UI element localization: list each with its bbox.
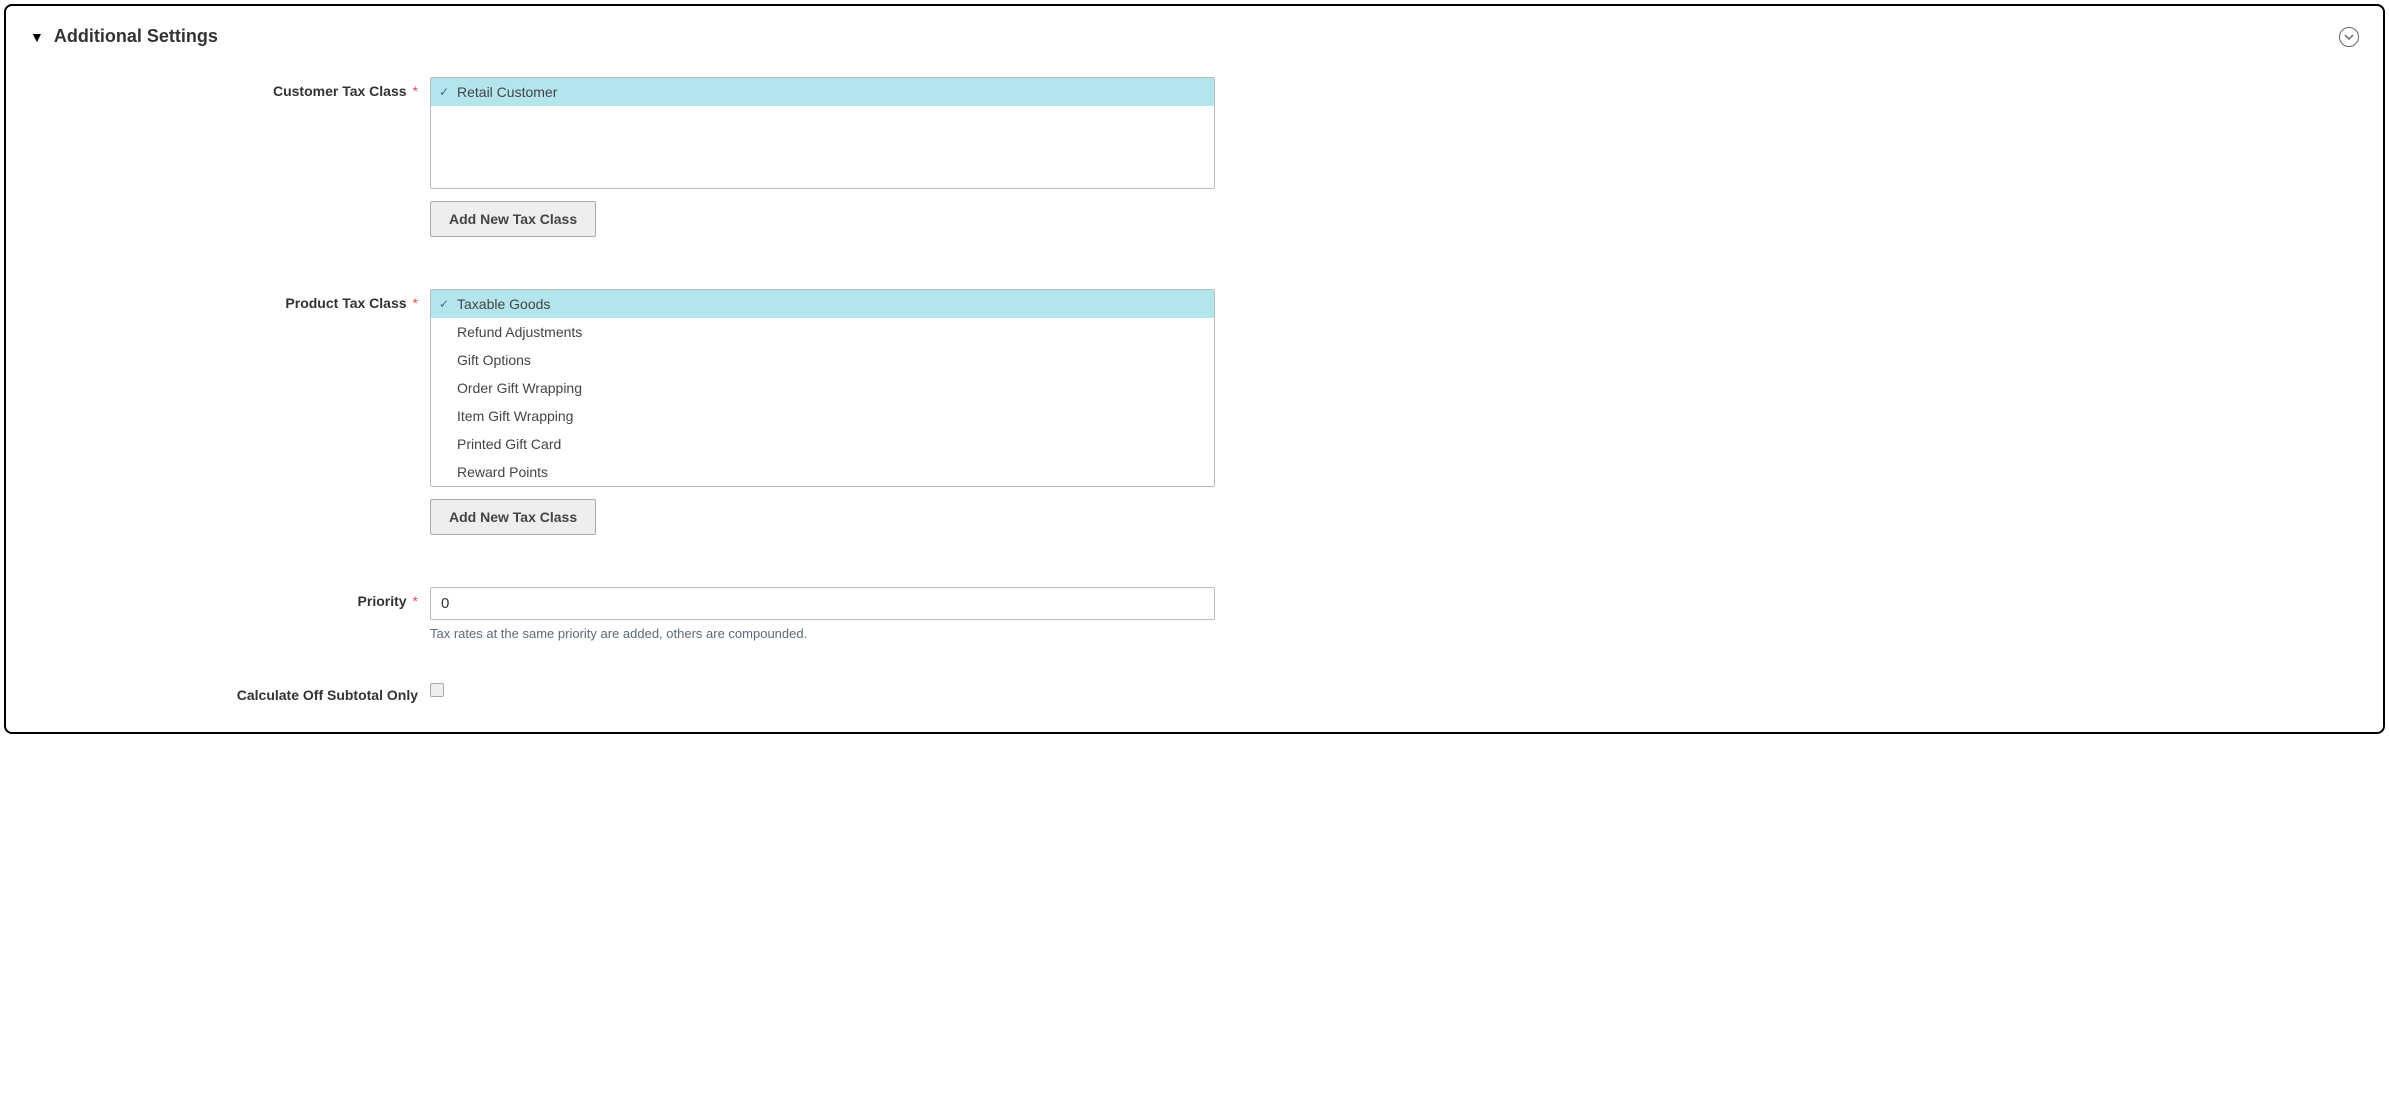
scope-indicator-icon[interactable] <box>2339 27 2359 47</box>
additional-settings-panel: ▼ Additional Settings Customer Tax Class… <box>4 4 2385 734</box>
check-icon: ✓ <box>439 85 449 99</box>
listbox-item[interactable]: Gift Options <box>431 346 1214 374</box>
priority-note: Tax rates at the same priority are added… <box>430 620 1215 641</box>
required-mark: * <box>413 83 418 99</box>
product-tax-class-listbox[interactable]: ✓ Taxable Goods Refund Adjustments Gift … <box>430 289 1215 487</box>
customer-tax-class-label: Customer Tax Class* <box>30 77 430 99</box>
listbox-item[interactable]: Order Gift Wrapping <box>431 374 1214 402</box>
listbox-item-label: Gift Options <box>457 352 531 368</box>
required-mark: * <box>413 295 418 311</box>
listbox-item-label: Item Gift Wrapping <box>457 408 573 424</box>
add-customer-tax-class-button[interactable]: Add New Tax Class <box>430 201 596 237</box>
listbox-item[interactable]: ✓ Taxable Goods <box>431 290 1214 318</box>
listbox-item[interactable]: ✓ Retail Customer <box>431 78 1214 106</box>
listbox-item-label: Taxable Goods <box>457 296 550 312</box>
product-tax-class-label: Product Tax Class* <box>30 289 430 311</box>
priority-label: Priority* <box>30 587 430 609</box>
listbox-item[interactable]: Item Gift Wrapping <box>431 402 1214 430</box>
customer-tax-class-row: Customer Tax Class* ✓ Retail Customer Ad… <box>30 77 2359 237</box>
listbox-item-label: Refund Adjustments <box>457 324 582 340</box>
panel-toggle[interactable]: ▼ Additional Settings <box>30 26 218 47</box>
customer-tax-class-listbox[interactable]: ✓ Retail Customer <box>430 77 1215 189</box>
panel-header: ▼ Additional Settings <box>30 26 2359 47</box>
listbox-item-label: Retail Customer <box>457 84 557 100</box>
listbox-item-label: Order Gift Wrapping <box>457 380 582 396</box>
listbox-item[interactable]: Reward Points <box>431 458 1214 486</box>
listbox-item[interactable]: Refund Adjustments <box>431 318 1214 346</box>
collapse-arrow-icon: ▼ <box>30 29 44 45</box>
add-product-tax-class-button[interactable]: Add New Tax Class <box>430 499 596 535</box>
calculate-off-subtotal-checkbox[interactable] <box>430 683 444 697</box>
priority-row: Priority* Tax rates at the same priority… <box>30 587 2359 641</box>
calculate-off-subtotal-row: Calculate Off Subtotal Only <box>30 681 2359 703</box>
panel-title: Additional Settings <box>54 26 218 47</box>
priority-input[interactable] <box>430 587 1215 620</box>
check-icon: ✓ <box>439 297 449 311</box>
listbox-item-label: Reward Points <box>457 464 548 480</box>
required-mark: * <box>413 593 418 609</box>
listbox-item-label: Printed Gift Card <box>457 436 561 452</box>
product-tax-class-row: Product Tax Class* ✓ Taxable Goods Refun… <box>30 289 2359 535</box>
calculate-off-subtotal-label: Calculate Off Subtotal Only <box>30 681 430 703</box>
listbox-item[interactable]: Printed Gift Card <box>431 430 1214 458</box>
